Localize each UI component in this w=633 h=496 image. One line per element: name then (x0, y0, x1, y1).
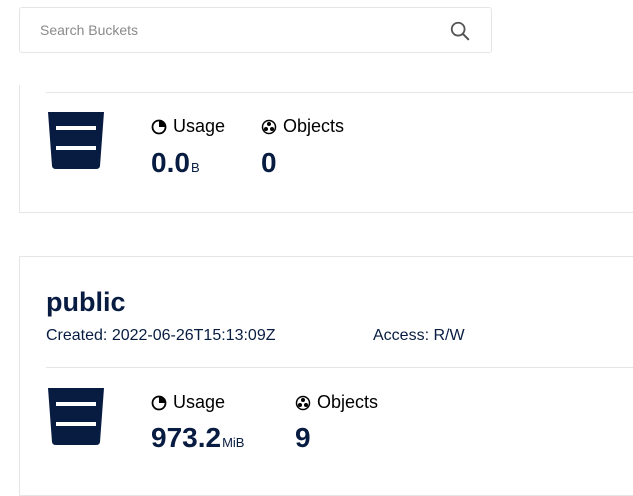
created-date: Created: 2022-06-26T15:13:09Z (46, 327, 276, 344)
usage-label: Usage (151, 392, 225, 413)
bucket-icon (48, 388, 104, 445)
usage-unit: B (190, 160, 200, 175)
objects-icon (295, 395, 311, 410)
objects-value: 9 (295, 422, 311, 453)
access-level: Access: R/W (373, 327, 465, 344)
objects-label: Objects (295, 392, 378, 413)
bucket-card[interactable]: Usage 0.0B Objects 0 (19, 85, 633, 213)
usage-label-text: Usage (173, 392, 226, 412)
objects-icon (261, 119, 277, 134)
search-bar (19, 7, 492, 53)
bucket-name[interactable]: public (46, 287, 126, 318)
card-divider (46, 367, 633, 368)
search-icon[interactable] (449, 20, 471, 42)
usage-number: 973.2 (151, 422, 222, 453)
usage-value: 0.0B (151, 147, 200, 179)
usage-number: 0.0 (151, 147, 190, 178)
objects-value: 0 (261, 147, 277, 178)
objects-label-text: Objects (317, 392, 379, 412)
bucket-card[interactable]: public Created: 2022-06-26T15:13:09Z Acc… (19, 256, 633, 496)
pie-chart-icon (151, 119, 167, 134)
card-divider (46, 92, 633, 93)
usage-label-text: Usage (173, 116, 226, 136)
bucket-icon (48, 112, 104, 169)
pie-chart-icon (151, 395, 167, 410)
objects-label-text: Objects (283, 116, 345, 136)
search-input[interactable] (20, 8, 491, 52)
objects-label: Objects (261, 116, 344, 137)
usage-label: Usage (151, 116, 225, 137)
usage-value: 973.2MiB (151, 422, 244, 454)
usage-unit: MiB (222, 435, 245, 450)
